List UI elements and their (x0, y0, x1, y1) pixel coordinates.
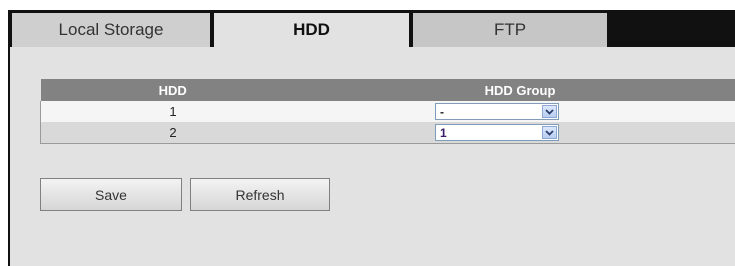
column-header-hdd-group: HDD Group (305, 79, 735, 101)
chevron-down-icon[interactable] (542, 105, 557, 119)
hdd-number: 2 (40, 122, 305, 144)
table-row: 1 - (40, 101, 735, 122)
hdd-group-cell: 1 (305, 122, 735, 144)
tab-local-storage[interactable]: Local Storage (12, 13, 210, 47)
hdd-group-cell: - (305, 101, 735, 122)
hdd-group-value: - (440, 105, 444, 120)
refresh-button[interactable]: Refresh (190, 178, 330, 211)
save-button[interactable]: Save (40, 178, 182, 211)
hdd-group-value: 1 (440, 126, 447, 141)
tab-ftp[interactable]: FTP (413, 13, 607, 47)
hdd-number: 1 (40, 101, 305, 122)
chevron-down-icon[interactable] (542, 126, 557, 140)
tab-hdd[interactable]: HDD (214, 13, 409, 47)
table-header-row: HDD HDD Group (40, 79, 735, 101)
hdd-group-select[interactable]: - (435, 103, 559, 121)
column-header-hdd: HDD (40, 79, 305, 101)
table-row: 2 1 (40, 122, 735, 144)
hdd-group-select[interactable]: 1 (435, 124, 559, 142)
hdd-group-table: HDD HDD Group 1 - 2 1 (40, 79, 735, 144)
